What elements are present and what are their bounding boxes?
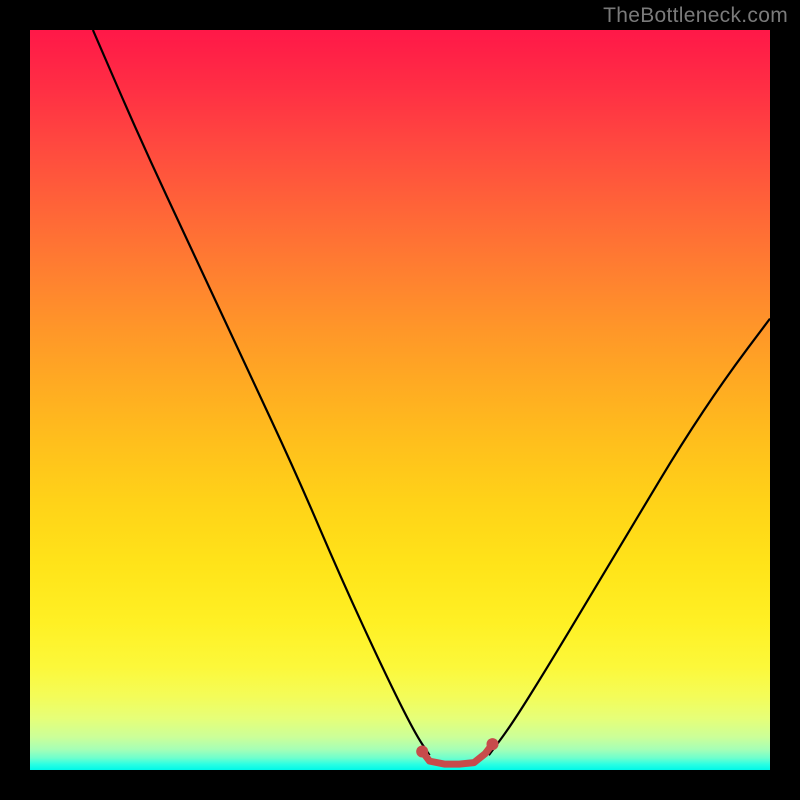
chart-container: TheBottleneck.com [0, 0, 800, 800]
chart-svg [30, 30, 770, 770]
marker-dot-0 [416, 746, 428, 758]
left-curve [93, 30, 430, 755]
bottom-marker-line [422, 744, 492, 764]
right-curve [489, 319, 770, 756]
marker-dot-1 [487, 738, 499, 750]
attribution-text: TheBottleneck.com [603, 4, 788, 28]
plot-area [30, 30, 770, 770]
